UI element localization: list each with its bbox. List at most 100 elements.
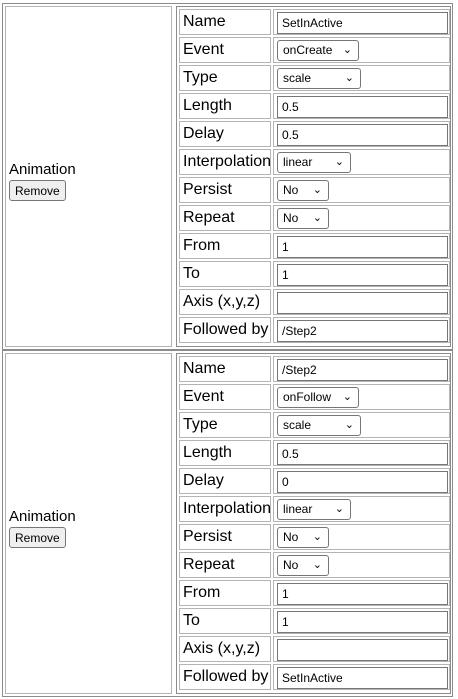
repeat-selected-value: No bbox=[283, 211, 299, 225]
to-label: To bbox=[179, 608, 271, 634]
type-value-cell: scale ⌄ bbox=[273, 412, 450, 438]
interpolation-selected-value: linear bbox=[283, 155, 313, 169]
remove-button[interactable]: Remove bbox=[9, 180, 66, 201]
interpolation-label: Interpolation bbox=[179, 149, 271, 175]
persist-select[interactable]: No ⌄ bbox=[277, 527, 329, 548]
interpolation-label: Interpolation bbox=[179, 496, 271, 522]
length-input[interactable]: 0.5 bbox=[277, 443, 448, 465]
event-label: Event bbox=[179, 384, 271, 410]
from-value-cell: 1 bbox=[273, 580, 450, 606]
from-value-cell: 1 bbox=[273, 233, 450, 259]
type-select[interactable]: scale ⌄ bbox=[277, 415, 361, 436]
chevron-down-icon: ⌄ bbox=[334, 503, 344, 515]
type-label: Type bbox=[179, 65, 271, 91]
chevron-down-icon: ⌄ bbox=[344, 419, 354, 431]
name-label: Name bbox=[179, 356, 271, 382]
chevron-down-icon: ⌄ bbox=[342, 44, 352, 56]
remove-button[interactable]: Remove bbox=[9, 527, 66, 548]
persist-label: Persist bbox=[179, 524, 271, 550]
to-value-cell: 1 bbox=[273, 608, 450, 634]
from-input[interactable]: 1 bbox=[277, 583, 448, 605]
animation-properties: Name SetInActive Event onCreate ⌄ Type s… bbox=[176, 6, 451, 347]
from-input[interactable]: 1 bbox=[277, 236, 448, 258]
to-input[interactable]: 1 bbox=[277, 611, 448, 633]
name-input[interactable]: /Step2 bbox=[277, 359, 448, 381]
to-label: To bbox=[179, 261, 271, 287]
animation-label: Animation bbox=[9, 508, 76, 525]
event-value-cell: onFollow ⌄ bbox=[273, 384, 450, 410]
axis-input[interactable] bbox=[277, 639, 448, 661]
type-selected-value: scale bbox=[283, 71, 312, 85]
length-label: Length bbox=[179, 93, 271, 119]
repeat-selected-value: No bbox=[283, 558, 299, 572]
animation-properties: Name /Step2 Event onFollow ⌄ Type scale … bbox=[176, 353, 451, 694]
animation-label: Animation bbox=[9, 161, 76, 178]
persist-select[interactable]: No ⌄ bbox=[277, 180, 329, 201]
to-value-cell: 1 bbox=[273, 261, 450, 287]
followed-by-label: Followed by bbox=[179, 664, 271, 690]
animation-block: Animation Remove Name /Step2 Event onFol… bbox=[2, 350, 453, 697]
event-select[interactable]: onFollow ⌄ bbox=[277, 387, 359, 408]
repeat-label: Repeat bbox=[179, 552, 271, 578]
to-input[interactable]: 1 bbox=[277, 264, 448, 286]
length-value-cell: 0.5 bbox=[273, 93, 450, 119]
persist-value-cell: No ⌄ bbox=[273, 524, 450, 550]
axis-label: Axis (x,y,z) bbox=[179, 289, 271, 315]
chevron-down-icon: ⌄ bbox=[312, 212, 322, 224]
type-value-cell: scale ⌄ bbox=[273, 65, 450, 91]
chevron-down-icon: ⌄ bbox=[334, 156, 344, 168]
delay-value-cell: 0 bbox=[273, 468, 450, 494]
followed-by-value-cell: /Step2 bbox=[273, 317, 450, 343]
interpolation-select[interactable]: linear ⌄ bbox=[277, 499, 351, 520]
axis-label: Axis (x,y,z) bbox=[179, 636, 271, 662]
delay-input[interactable]: 0.5 bbox=[277, 124, 448, 146]
repeat-value-cell: No ⌄ bbox=[273, 205, 450, 231]
followed-by-input[interactable]: /Step2 bbox=[277, 320, 448, 342]
name-input[interactable]: SetInActive bbox=[277, 12, 448, 34]
chevron-down-icon: ⌄ bbox=[312, 559, 322, 571]
axis-value-cell bbox=[273, 289, 450, 315]
interpolation-select[interactable]: linear ⌄ bbox=[277, 152, 351, 173]
animation-header-cell: Animation Remove bbox=[5, 6, 172, 347]
repeat-select[interactable]: No ⌄ bbox=[277, 208, 329, 229]
repeat-value-cell: No ⌄ bbox=[273, 552, 450, 578]
interpolation-selected-value: linear bbox=[283, 502, 313, 516]
animation-block: Animation Remove Name SetInActive Event … bbox=[2, 3, 453, 350]
name-label: Name bbox=[179, 9, 271, 35]
type-label: Type bbox=[179, 412, 271, 438]
event-selected-value: onFollow bbox=[283, 390, 332, 404]
axis-input[interactable] bbox=[277, 292, 448, 314]
repeat-select[interactable]: No ⌄ bbox=[277, 555, 329, 576]
interpolation-value-cell: linear ⌄ bbox=[273, 496, 450, 522]
name-value-cell: SetInActive bbox=[273, 9, 450, 35]
name-value-cell: /Step2 bbox=[273, 356, 450, 382]
length-label: Length bbox=[179, 440, 271, 466]
persist-selected-value: No bbox=[283, 530, 299, 544]
interpolation-value-cell: linear ⌄ bbox=[273, 149, 450, 175]
animation-header-cell: Animation Remove bbox=[5, 353, 172, 694]
event-select[interactable]: onCreate ⌄ bbox=[277, 40, 359, 61]
followed-by-label: Followed by bbox=[179, 317, 271, 343]
persist-label: Persist bbox=[179, 177, 271, 203]
followed-by-value-cell: SetInActive bbox=[273, 664, 450, 690]
repeat-label: Repeat bbox=[179, 205, 271, 231]
followed-by-input[interactable]: SetInActive bbox=[277, 667, 448, 689]
length-input[interactable]: 0.5 bbox=[277, 96, 448, 118]
length-value-cell: 0.5 bbox=[273, 440, 450, 466]
type-select[interactable]: scale ⌄ bbox=[277, 68, 361, 89]
persist-value-cell: No ⌄ bbox=[273, 177, 450, 203]
event-value-cell: onCreate ⌄ bbox=[273, 37, 450, 63]
type-selected-value: scale bbox=[283, 418, 312, 432]
event-label: Event bbox=[179, 37, 271, 63]
chevron-down-icon: ⌄ bbox=[342, 391, 352, 403]
chevron-down-icon: ⌄ bbox=[312, 184, 322, 196]
delay-label: Delay bbox=[179, 121, 271, 147]
chevron-down-icon: ⌄ bbox=[344, 72, 354, 84]
from-label: From bbox=[179, 580, 271, 606]
delay-input[interactable]: 0 bbox=[277, 471, 448, 493]
persist-selected-value: No bbox=[283, 183, 299, 197]
event-selected-value: onCreate bbox=[283, 43, 333, 57]
delay-label: Delay bbox=[179, 468, 271, 494]
from-label: From bbox=[179, 233, 271, 259]
axis-value-cell bbox=[273, 636, 450, 662]
